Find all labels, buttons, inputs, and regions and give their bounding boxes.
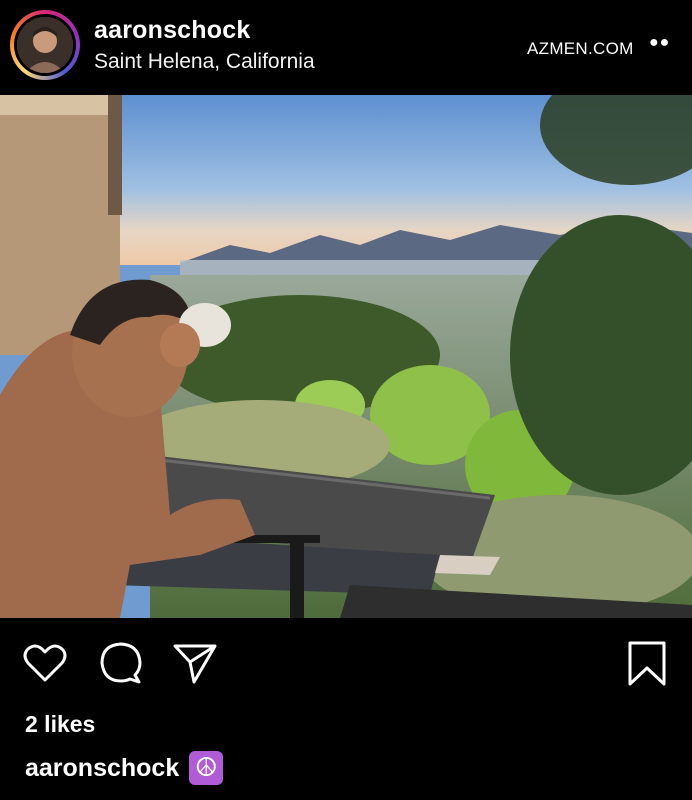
post-image[interactable] [0, 95, 692, 618]
peace-emoji-icon: ☮ [189, 751, 224, 785]
post-header: aaronschock Saint Helena, California AZM… [0, 0, 692, 94]
avatar-image [17, 17, 73, 73]
action-bar [0, 618, 692, 708]
more-dots-icon[interactable]: ●● [649, 34, 670, 52]
caption-username[interactable]: aaronschock [25, 754, 179, 783]
comment-icon[interactable] [98, 640, 144, 686]
post-username[interactable]: aaronschock [94, 16, 250, 45]
watermark: AZMEN.COM [527, 39, 634, 58]
post-location[interactable]: Saint Helena, California [94, 50, 315, 74]
bookmark-icon[interactable] [626, 640, 668, 688]
caption: aaronschock ☮ [25, 751, 224, 785]
heart-icon[interactable] [22, 640, 68, 686]
likes-count[interactable]: 2 likes [25, 711, 95, 738]
story-ring[interactable] [10, 10, 80, 80]
send-icon[interactable] [172, 640, 218, 686]
timestamp-partial [25, 792, 145, 800]
avatar[interactable] [14, 14, 76, 76]
post-photo-illustration [0, 95, 692, 618]
